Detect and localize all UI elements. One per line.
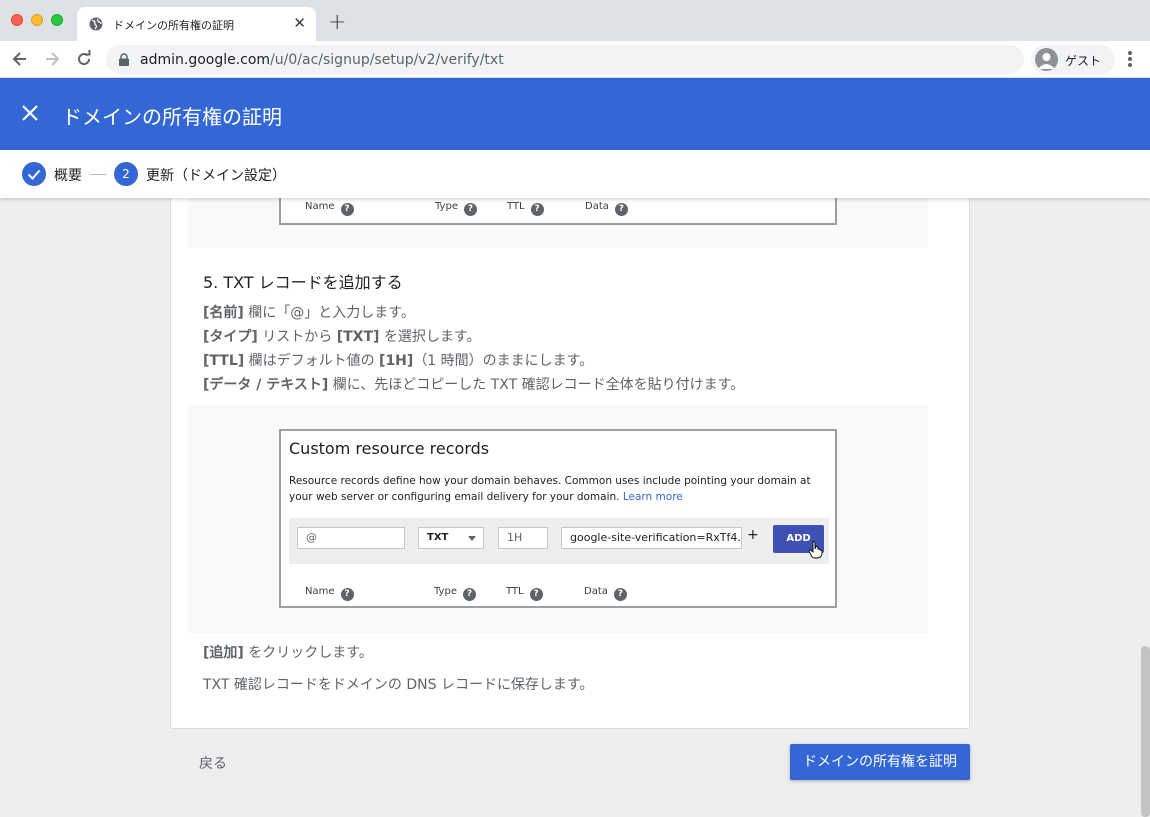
column-header-name: Name? (305, 201, 354, 216)
globe-icon (89, 17, 103, 31)
column-header-data: Data? (584, 586, 627, 601)
profile-button[interactable]: ゲスト (1031, 45, 1115, 74)
column-header-type: Type? (434, 586, 476, 601)
plus-icon: + (747, 527, 759, 543)
lock-icon (119, 53, 129, 66)
custom-records-image: Custom resource records Resource records… (188, 405, 928, 633)
browser-toolbar: admin.google.com/u/0/ac/signup/setup/v2/… (0, 41, 1150, 78)
more-menu-icon[interactable] (1122, 50, 1138, 70)
hand-cursor-icon (808, 541, 823, 559)
step-connector (90, 174, 106, 175)
save-note: TXT 確認レコードをドメインの DNS レコードに保存します。 (203, 677, 594, 693)
column-header-data: Data? (585, 201, 628, 216)
window-minimize-button[interactable] (31, 14, 43, 26)
data-field: google-site-verification=RxTf4... (561, 527, 742, 549)
instruction-line-name: [名前] 欄に「@」と入力します。 (203, 305, 415, 321)
profile-label: ゲスト (1065, 54, 1102, 68)
step-1-label: 概要 (54, 168, 82, 184)
page-title: ドメインの所有権の証明 (62, 105, 282, 129)
window-zoom-button[interactable] (51, 14, 63, 26)
new-tab-icon[interactable]: + (328, 12, 346, 34)
instruction-line-type: [タイプ] リストから [TXT] を選択します。 (203, 329, 481, 345)
address-bar[interactable]: admin.google.com/u/0/ac/signup/setup/v2/… (106, 45, 1024, 74)
step-2-number: 2 (114, 162, 138, 186)
crr-description: Resource records define how your domain … (289, 475, 811, 503)
step-complete-check-icon (22, 162, 46, 186)
content-area: Name? Type? TTL? Data? 5. TXT レコードを追加する … (0, 198, 1150, 817)
name-field: @ (297, 527, 405, 549)
url-text: admin.google.com/u/0/ac/signup/setup/v2/… (140, 52, 504, 68)
stepper: 概要 2 更新（ドメイン設定） (0, 150, 1150, 198)
tab-close-icon[interactable]: ✕ (293, 14, 306, 32)
step-2-label: 更新（ドメイン設定） (146, 168, 286, 184)
help-icon: ? (463, 203, 477, 216)
click-add-instruction: [追加] をクリックします。 (203, 645, 373, 661)
instruction-card: Name? Type? TTL? Data? 5. TXT レコードを追加する … (170, 198, 970, 729)
learn-more-link: Learn more (622, 491, 683, 503)
help-icon: ? (529, 588, 543, 601)
help-icon: ? (340, 203, 354, 216)
custom-resource-records-panel: Custom resource records Resource records… (279, 429, 837, 608)
window-close-button[interactable] (11, 14, 23, 26)
column-header-ttl: TTL? (506, 586, 543, 601)
help-icon: ? (530, 203, 544, 216)
tab-title: ドメインの所有権の証明 (113, 19, 234, 32)
previous-step-image: Name? Type? TTL? Data? (188, 198, 928, 248)
forward-arrow-icon[interactable] (42, 49, 62, 69)
back-arrow-icon[interactable] (10, 49, 30, 69)
step-5-title: 5. TXT レコードを追加する (203, 273, 403, 292)
type-select: TXT (418, 527, 484, 549)
crr-title: Custom resource records (289, 439, 490, 458)
url-path: /u/0/ac/signup/setup/v2/verify/txt (270, 52, 504, 68)
scrollbar-thumb[interactable] (1141, 646, 1150, 817)
app-header: ドメインの所有権の証明 (0, 78, 1150, 150)
column-header-type: Type? (435, 201, 477, 216)
back-button[interactable]: 戻る (199, 753, 227, 773)
column-header-ttl: TTL? (507, 201, 544, 216)
url-host: admin.google.com (140, 52, 271, 68)
help-icon: ? (614, 203, 628, 216)
browser-tab-bar: ドメインの所有権の証明 ✕ + (0, 0, 1150, 41)
browser-tab[interactable]: ドメインの所有権の証明 ✕ (77, 7, 316, 41)
instruction-line-data: [データ / テキスト] 欄に、先ほどコピーした TXT 確認レコード全体を貼り… (203, 377, 745, 393)
dropdown-arrow-icon (468, 536, 476, 541)
verify-domain-button[interactable]: ドメインの所有権を証明 (790, 744, 970, 780)
help-icon: ? (613, 588, 627, 601)
record-entry-row: @ TXT 1H google-site-verification=RxTf4.… (289, 518, 829, 564)
close-icon[interactable] (20, 103, 40, 123)
records-table-preview: Name? Type? TTL? Data? (279, 198, 837, 225)
column-header-name: Name? (305, 586, 354, 601)
instruction-line-ttl: [TTL] 欄はデフォルト値の [1H]（1 時間）のままにします。 (203, 353, 594, 369)
reload-icon[interactable] (74, 49, 94, 69)
help-icon: ? (340, 588, 354, 601)
help-icon: ? (462, 588, 476, 601)
avatar-icon (1035, 48, 1058, 71)
ttl-field: 1H (498, 527, 548, 549)
